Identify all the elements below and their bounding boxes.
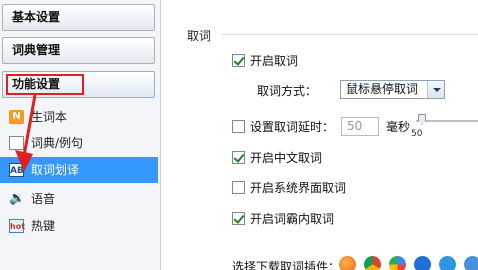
hotkey-icon: hot — [9, 219, 25, 233]
enable-system-ui-checkbox[interactable] — [232, 180, 245, 194]
delay-unit-label: 毫秒 — [386, 119, 411, 134]
dictionary-icon — [9, 136, 24, 150]
enable-chinese-label: 开启中文取词 — [250, 150, 323, 165]
enable-inner-row[interactable]: 开启词霸内取词 — [232, 210, 334, 226]
delay-slider-thumb[interactable] — [418, 114, 426, 125]
nav-dictionary-management-label: 词典管理 — [12, 43, 61, 57]
nav-basic-settings-label: 基本设置 — [12, 10, 61, 24]
sogou-icon[interactable] — [414, 256, 431, 270]
capture-mode-select[interactable]: 鼠标悬停取词 — [340, 80, 445, 99]
ie-icon[interactable] — [439, 256, 456, 270]
firefox-icon[interactable] — [339, 256, 356, 270]
sidebar-item-label: 语音 — [31, 192, 56, 206]
delay-unit: 毫秒 — [386, 118, 410, 134]
chrome-icon[interactable] — [364, 256, 381, 270]
nav-function-settings[interactable]: 功能设置 — [2, 71, 155, 98]
delay-row[interactable]: 设置取词延时： — [232, 118, 334, 134]
red-highlight-box — [6, 74, 84, 95]
capture-mode-row: 取词方式： — [257, 82, 317, 98]
sidebar-item-voice[interactable]: 🔉 语音 — [0, 186, 158, 212]
settings-panel: 取词 开启取词 取词方式： 鼠标悬停取词 设置取词延时： 50 毫秒 50 开启… — [162, 0, 478, 270]
enable-inner-checkbox[interactable] — [232, 211, 245, 225]
capture-mode-label: 取词方式： — [257, 83, 318, 98]
nav-dictionary-management[interactable]: 词典管理 — [2, 37, 155, 64]
sidebar-item-label: 词典/例句 — [31, 136, 84, 150]
nav-basic-settings[interactable]: 基本设置 — [2, 4, 155, 31]
capture-mode-value: 鼠标悬停取词 — [346, 82, 419, 96]
enable-capture-label: 开启取词 — [250, 53, 299, 68]
sidebar-item-dictionary[interactable]: 词典/例句 — [0, 130, 158, 156]
word-capture-icon: AB — [9, 163, 24, 177]
delay-input-value: 50 — [347, 119, 363, 133]
sidebar: 基本设置 词典管理 功能设置 N 生词本 词典/例句 AB 取词划译 🔉 语音 … — [0, 0, 161, 270]
browser-plugin-icon[interactable] — [389, 256, 406, 270]
delay-input[interactable]: 50 — [341, 117, 379, 136]
sidebar-item-word-capture[interactable]: AB 取词划译 — [0, 157, 158, 183]
enable-chinese-checkbox[interactable] — [232, 150, 245, 164]
delay-slider-min-label: 50 — [411, 129, 423, 139]
section-divider — [222, 34, 478, 35]
enable-capture-checkbox[interactable] — [232, 53, 245, 67]
delay-label: 设置取词延时： — [250, 119, 335, 134]
sidebar-item-vocabulary[interactable]: N 生词本 — [0, 104, 158, 130]
plugin-extra-icon[interactable] — [464, 256, 478, 270]
notebook-icon: N — [9, 110, 24, 124]
sidebar-item-label: 生词本 — [31, 110, 68, 124]
plugin-row: 选择下载取词插件： — [232, 258, 340, 270]
sidebar-item-hotkey[interactable]: hot 热键 — [0, 213, 158, 239]
sidebar-item-label: 取词划译 — [31, 163, 80, 177]
sidebar-item-label: 热键 — [31, 219, 56, 233]
enable-inner-label: 开启词霸内取词 — [250, 211, 335, 226]
chevron-down-icon[interactable] — [427, 81, 444, 98]
enable-system-ui-row[interactable]: 开启系统界面取词 — [232, 179, 346, 195]
plugin-label: 选择下载取词插件： — [232, 259, 341, 270]
enable-capture-row[interactable]: 开启取词 — [232, 52, 298, 68]
speaker-icon: 🔉 — [9, 191, 26, 206]
delay-checkbox[interactable] — [232, 119, 245, 133]
section-title: 取词 — [187, 29, 212, 43]
enable-chinese-row[interactable]: 开启中文取词 — [232, 149, 322, 165]
enable-system-ui-label: 开启系统界面取词 — [250, 180, 347, 195]
